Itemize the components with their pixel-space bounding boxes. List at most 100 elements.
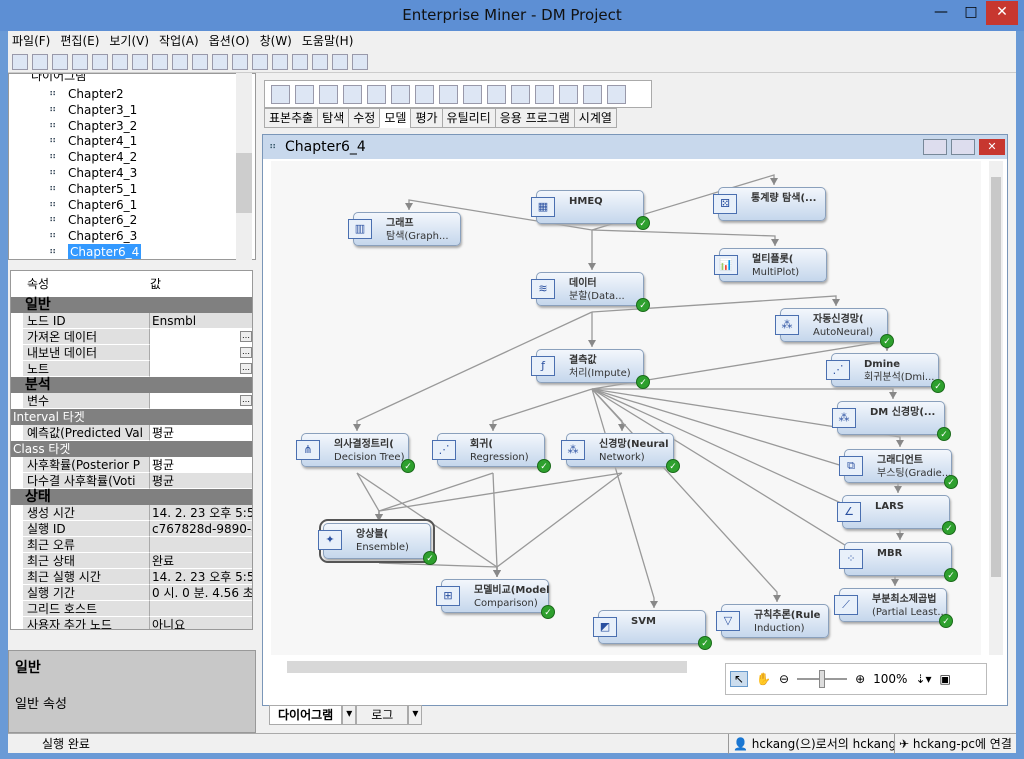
property-row[interactable]: 그리드 호스트 bbox=[11, 601, 252, 617]
close-button[interactable]: ✕ bbox=[986, 1, 1018, 25]
copy-icon[interactable] bbox=[32, 53, 48, 70]
tree-item[interactable]: ⠶ Chapter3_2 bbox=[49, 118, 137, 134]
property-row[interactable]: 최근 오류 bbox=[11, 537, 252, 553]
lars-tool-icon[interactable] bbox=[415, 84, 434, 104]
tree-item[interactable]: ⠶ Chapter3_1 bbox=[49, 102, 137, 118]
select-tool-icon[interactable]: ↖ bbox=[730, 671, 749, 687]
property-value[interactable]: … bbox=[150, 393, 252, 409]
tab-diagram-dropdown[interactable]: ▾ bbox=[342, 705, 357, 725]
pan-tool-icon[interactable]: ✋ bbox=[756, 672, 771, 686]
property-value[interactable]: c767828d-9890-4fad- bbox=[150, 521, 252, 537]
property-value[interactable]: 아니요 bbox=[150, 617, 252, 629]
node-svm[interactable]: ◩ SVM ✓ bbox=[593, 610, 712, 650]
diagram-close-button[interactable]: ✕ bbox=[979, 139, 1005, 155]
diagram-canvas[interactable]: ▥ 그래프 탐색(Graph... ▦ HMEQ ✓ ⚄ 통계량 탐색(... 📊 멀티플롯(Mu… bbox=[271, 161, 981, 655]
rule-induction-tool-icon[interactable] bbox=[559, 84, 578, 104]
results-icon[interactable] bbox=[132, 53, 148, 70]
tree-item[interactable]: ⠶ Chapter4_2 bbox=[49, 149, 137, 165]
node-graph[interactable]: ▥ 그래프 탐색(Graph... bbox=[348, 212, 461, 246]
menu-options[interactable]: 옵션(O) bbox=[209, 31, 250, 51]
tab-diagram[interactable]: 다이어그램 bbox=[269, 705, 343, 725]
gradient-boosting-tool-icon[interactable] bbox=[391, 84, 410, 104]
overview-icon[interactable]: ▣ bbox=[940, 672, 951, 686]
menu-help[interactable]: 도움말(H) bbox=[302, 31, 354, 51]
node-tree[interactable]: ⋔ 의사결정트리(Decision Tree) ✓ bbox=[296, 433, 415, 473]
property-value[interactable]: … bbox=[150, 329, 252, 345]
neural-network-tool-icon[interactable] bbox=[487, 84, 506, 104]
minimize-button[interactable]: — bbox=[926, 1, 956, 25]
layout-icon[interactable]: ⇣▾ bbox=[915, 672, 931, 686]
export-icon[interactable] bbox=[332, 53, 348, 70]
section-class[interactable]: Class 타겟 bbox=[11, 441, 252, 457]
tab-tool-3[interactable]: 모델 bbox=[379, 108, 412, 128]
property-row[interactable]: 최근 실행 시간 14. 2. 23 오후 5:54 bbox=[11, 569, 252, 585]
dmine-tool-icon[interactable] bbox=[271, 84, 290, 104]
tab-tool-0[interactable]: 표본추출 bbox=[264, 108, 319, 128]
property-row[interactable]: 다수결 사후확률(Voti 평균 bbox=[11, 473, 252, 489]
property-row[interactable]: 사용자 추가 노드 아니요 bbox=[11, 617, 252, 629]
diagram-icon[interactable] bbox=[112, 53, 128, 70]
properties-icon[interactable] bbox=[92, 53, 108, 70]
tab-tool-4[interactable]: 평가 bbox=[410, 108, 443, 128]
autoneural-tool-icon[interactable] bbox=[295, 84, 314, 104]
paste-icon[interactable] bbox=[52, 53, 68, 70]
dmneural-tool-icon[interactable] bbox=[343, 84, 362, 104]
window-icon[interactable] bbox=[292, 53, 308, 70]
node-rule[interactable]: ▽ 규칙추론(Rule Induction) bbox=[716, 604, 829, 638]
node-multiplot[interactable]: 📊 멀티플롯(MultiPlot) bbox=[714, 248, 827, 282]
svm-tool-icon[interactable] bbox=[607, 84, 626, 104]
menu-file[interactable]: 파일(F) bbox=[12, 31, 50, 51]
tab-log-dropdown[interactable]: ▾ bbox=[408, 705, 423, 725]
help-icon[interactable] bbox=[352, 53, 368, 70]
maximize-button[interactable]: □ bbox=[956, 1, 986, 25]
tree-item[interactable]: ⠶ Chapter5_1 bbox=[49, 181, 137, 197]
property-value[interactable]: 평균 bbox=[150, 473, 252, 489]
settings-icon[interactable] bbox=[312, 53, 328, 70]
tab-tool-5[interactable]: 유틸리티 bbox=[441, 108, 496, 128]
zoom-out-icon[interactable]: ⊖ bbox=[779, 672, 789, 686]
refresh-icon[interactable] bbox=[272, 53, 288, 70]
tree-item[interactable]: ⠶ Chapter6_3 bbox=[49, 228, 137, 244]
diagram-maximize-button[interactable] bbox=[951, 139, 975, 155]
mbr-tool-icon[interactable] bbox=[439, 84, 458, 104]
new-icon[interactable] bbox=[12, 53, 28, 70]
tab-tool-2[interactable]: 수정 bbox=[348, 108, 381, 128]
report-icon[interactable] bbox=[252, 53, 268, 70]
property-row[interactable]: 사후확률(Posterior P 평균 bbox=[11, 457, 252, 473]
stop-icon[interactable] bbox=[232, 53, 248, 70]
node-pls[interactable]: ⟋ 부분최소제곱법 (Partial Least... ✓ bbox=[834, 588, 953, 628]
node-dmine[interactable]: ⋰ Dmine 회귀분석(Dmi... ✓ bbox=[826, 353, 945, 393]
tab-log[interactable]: 로그 bbox=[356, 705, 409, 725]
property-value[interactable] bbox=[150, 601, 252, 617]
ellipsis-button[interactable]: … bbox=[240, 347, 252, 358]
delete-icon[interactable] bbox=[72, 53, 88, 70]
node-hmeq[interactable]: ▦ HMEQ ✓ bbox=[531, 190, 650, 230]
open-icon[interactable] bbox=[192, 53, 208, 70]
log-icon[interactable] bbox=[152, 53, 168, 70]
node-partition[interactable]: ≋ 데이터 분할(Data... ✓ bbox=[531, 272, 650, 312]
regression-tool-icon[interactable] bbox=[535, 84, 554, 104]
node-dmneural[interactable]: ⁂ DM 신경망(... ✓ bbox=[832, 401, 951, 441]
search-icon[interactable] bbox=[172, 53, 188, 70]
ellipsis-button[interactable]: … bbox=[240, 331, 252, 342]
property-value[interactable]: Ensmbl bbox=[150, 313, 252, 329]
node-impute[interactable]: ƒ 결측값 처리(Impute) ✓ bbox=[531, 349, 650, 389]
tree-item[interactable]: ⠶ Chapter2 bbox=[49, 86, 124, 102]
ellipsis-button[interactable]: … bbox=[240, 363, 252, 374]
node-reg[interactable]: ⋰ 회귀(Regression) ✓ bbox=[432, 433, 551, 473]
property-value[interactable]: 14. 2. 23 오후 5:54 bbox=[150, 505, 252, 521]
decision-tree-tool-icon[interactable] bbox=[319, 84, 338, 104]
property-row[interactable]: 예측값(Predicted Val 평균 bbox=[11, 425, 252, 441]
canvas-vertical-scrollbar[interactable] bbox=[989, 161, 1003, 655]
node-ensemble[interactable]: ✦ 앙상블(Ensemble) ✓ bbox=[318, 519, 437, 565]
tab-tool-6[interactable]: 응용 프로그램 bbox=[494, 108, 575, 128]
property-value[interactable]: 완료 bbox=[150, 553, 252, 569]
run-icon[interactable] bbox=[212, 53, 228, 70]
property-value[interactable]: 평균 bbox=[150, 425, 252, 441]
canvas-horizontal-scrollbar[interactable] bbox=[287, 661, 687, 673]
property-value[interactable] bbox=[150, 537, 252, 553]
node-mbr[interactable]: ⁘ MBR ✓ bbox=[839, 542, 958, 582]
zoom-slider[interactable] bbox=[797, 670, 848, 688]
property-value[interactable]: … bbox=[150, 361, 252, 377]
ellipsis-button[interactable]: … bbox=[240, 395, 252, 406]
